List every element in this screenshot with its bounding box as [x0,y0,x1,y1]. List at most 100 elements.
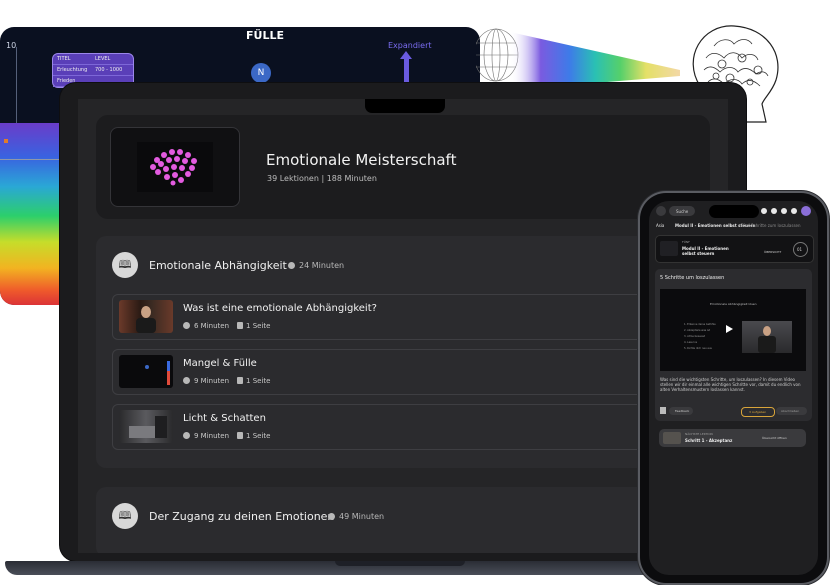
section-duration-text: 49 Minuten [339,512,385,521]
page-icon [237,377,244,384]
overview-open-link[interactable]: Übersicht öffnen [762,436,787,440]
breadcrumb-3: Fünf Schritte zum loszulassen [741,223,801,228]
lesson-thumbnail [119,410,173,443]
section-title[interactable]: Der Zugang zu deinen Emotionen [149,510,334,523]
lesson-meta: 6 Minuten 1 Seite [183,322,270,330]
book-icon: 🕮 [112,252,138,278]
lesson-card: 5 Schritte um loszulassen Emotionale Abh… [655,269,812,421]
lesson-minutes: 6 Minuten [194,322,230,330]
lesson-pages: 1 Seite [246,322,271,330]
module-title: Modul II - Emotionen selbst steuern [682,246,729,256]
menu-icon[interactable] [656,206,666,216]
bell-icon[interactable] [781,208,787,214]
page-icon [237,432,244,439]
lesson-title: Was ist eine emotionale Abhängigkeit? [183,303,377,314]
overview-label[interactable]: ÜBERSICHT [764,250,781,254]
video-heading: Emotionale Abhängigkeit lösen [710,302,757,306]
video-list-item: 3. Atme bewusst [684,335,705,338]
section-title[interactable]: Emotionale Abhängigkeit [149,259,287,272]
speaker-figure [136,306,156,333]
section-emotional-dependency: 🕮 Emotionale Abhängigkeit 24 Minuten Was… [96,236,712,468]
course-meta: 39 Lektionen | 188 Minuten [267,174,377,183]
moon-icon[interactable] [771,208,777,214]
breadcrumb-1[interactable]: Asia [656,223,664,228]
next-lesson-title: Schritt 1 - Akzeptanz [685,438,733,443]
color-spectrum [0,123,64,305]
section-duration: 24 Minuten [288,261,344,270]
video-list-item: 2. Akzeptiere was ist [684,329,710,332]
room-thumbnail [129,416,167,438]
next-lesson-card[interactable]: NÄCHSTE LEKTION Schritt 1 - Akzeptanz Üb… [659,429,806,447]
course-hero: Emotionale Meisterschaft 39 Lektionen | … [96,115,710,219]
threshold-line [0,159,64,160]
counter-badge: 01 [793,242,808,257]
search-label: Suche [676,209,689,214]
page-icon [237,322,244,329]
lesson-minutes: 9 Minuten [194,377,230,385]
tasks-label: 3 Aufgaben [749,410,767,414]
speaker-figure [758,326,776,353]
lesson-title: 5 Schritte um loszulassen [660,275,725,281]
section-duration: 49 Minuten [328,512,384,521]
laptop-lip [335,561,465,566]
clock-icon [183,322,190,329]
node-badge: N [251,63,271,83]
course-thumbnail[interactable] [110,127,240,207]
lesson-meta: 9 Minuten 1 Seite [183,432,270,440]
lesson-minutes: 9 Minuten [194,432,230,440]
lesson-item[interactable]: Was ist eine emotionale Abhängigkeit? 6 … [112,294,712,340]
book-icon: 🕮 [112,503,138,529]
table-cell: Erleuchtung [57,67,88,73]
y-axis-top-label: 10 [6,41,17,50]
section-emotions-access: 🕮 Der Zugang zu deinen Emotionen 49 Minu… [96,487,710,553]
counter-text: 01 [797,247,803,252]
complete-label: Abschließen [781,409,800,413]
lesson-thumbnail [119,300,173,333]
video-list-item: 5. Richte dich neu aus [684,347,712,350]
video-player[interactable]: Emotionale Abhängigkeit lösen 1. Erkenne… [660,289,806,371]
table-header-level: LEVEL [95,56,111,62]
lesson-title: Licht & Schatten [183,413,266,424]
module-card[interactable]: FÜNF Modul II - Emotionen selbst steuern… [655,235,814,263]
complete-button[interactable]: Abschließen [776,407,807,415]
search-input[interactable]: Suche [669,206,695,216]
chart-title: FÜLLE [246,29,284,42]
sun-icon[interactable] [761,208,767,214]
gear-icon[interactable] [791,208,797,214]
next-lesson-thumbnail [663,432,681,444]
phone-dynamic-island [709,205,759,218]
clock-icon [328,513,335,520]
module-tag: FÜNF [682,240,690,244]
brain-dots-icon [137,142,213,192]
laptop-notch [365,99,445,113]
lesson-pages: 1 Seite [246,377,271,385]
section-duration-text: 24 Minuten [299,261,345,270]
feedback-button[interactable]: Feedback [669,407,693,415]
marker [4,139,8,143]
module-thumbnail [660,241,678,256]
video-list-item: 1. Erkenne deine Gefühle [684,323,716,326]
lesson-description: Was sind die wichtigsten Schritte, um lo… [660,377,801,392]
tasks-button[interactable]: 3 Aufgaben [741,407,775,417]
feedback-label: Feedback [675,409,690,413]
lesson-pages: 1 Seite [246,432,271,440]
bookmark-icon[interactable] [660,407,666,414]
video-list-item: 4. Lass los [684,341,698,344]
lesson-item[interactable]: Licht & Schatten 9 Minuten 1 Seite [112,404,712,450]
clock-icon [288,262,295,269]
table-cell: 700 - 1000 [95,67,123,73]
clock-icon [183,377,190,384]
expanded-label: Expandiert [388,41,432,50]
lesson-item[interactable]: Mangel & Fülle 9 Minuten 1 Seite [112,349,712,395]
table-header-title: TITEL [57,56,71,62]
lesson-thumbnail [119,355,173,388]
clock-icon [183,432,190,439]
lesson-meta: 9 Minuten 1 Seite [183,377,270,385]
video-speaker [742,321,792,353]
laptop-screen: Emotionale Meisterschaft 39 Lektionen | … [78,99,728,553]
phone-screen: Suche Asia Modul II - Emotionen selbst s… [649,201,818,575]
lesson-title: Mangel & Fülle [183,358,257,369]
avatar[interactable] [801,206,811,216]
play-icon[interactable] [726,325,733,333]
chart-thumbnail [145,361,170,385]
